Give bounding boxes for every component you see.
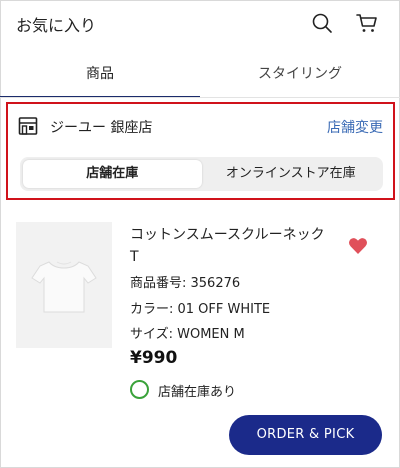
segment-store-stock[interactable]: 店舗在庫 — [23, 160, 202, 188]
product-number: 商品番号: 356276 — [130, 276, 241, 291]
cart-icon[interactable] — [356, 12, 378, 34]
header: お気に入り — [0, 0, 400, 46]
favorite-heart-icon[interactable] — [348, 236, 368, 256]
tab-styling[interactable]: スタイリング — [200, 56, 400, 98]
product-color: カラー: 01 OFF WHITE — [130, 302, 271, 317]
stock-available-icon — [130, 380, 149, 399]
store-stock-panel: ジーユー 銀座店 店舗変更 店舗在庫 オンラインストア在庫 — [6, 102, 395, 200]
store-icon — [18, 117, 38, 135]
product-image[interactable] — [16, 222, 112, 348]
stock-segmented-control: 店舗在庫 オンラインストア在庫 — [20, 157, 383, 191]
store-name: ジーユー 銀座店 — [50, 120, 153, 136]
tab-products[interactable]: 商品 — [0, 56, 200, 98]
tab-bar: 商品 スタイリング — [0, 56, 400, 98]
order-pick-button[interactable]: ORDER & PICK — [229, 415, 382, 455]
tabs-divider — [0, 97, 400, 98]
product-price: ¥990 — [130, 348, 178, 368]
page-title: お気に入り — [16, 16, 97, 35]
product-size: サイズ: WOMEN M — [130, 327, 245, 342]
search-icon[interactable] — [311, 12, 333, 34]
product-name[interactable]: コットンスムースクルーネックT — [130, 224, 325, 268]
stock-status: 店舗在庫あり — [158, 385, 237, 400]
change-store-link[interactable]: 店舗変更 — [327, 117, 383, 137]
segment-online-stock[interactable]: オンラインストア在庫 — [202, 160, 381, 188]
tshirt-image — [31, 261, 97, 313]
